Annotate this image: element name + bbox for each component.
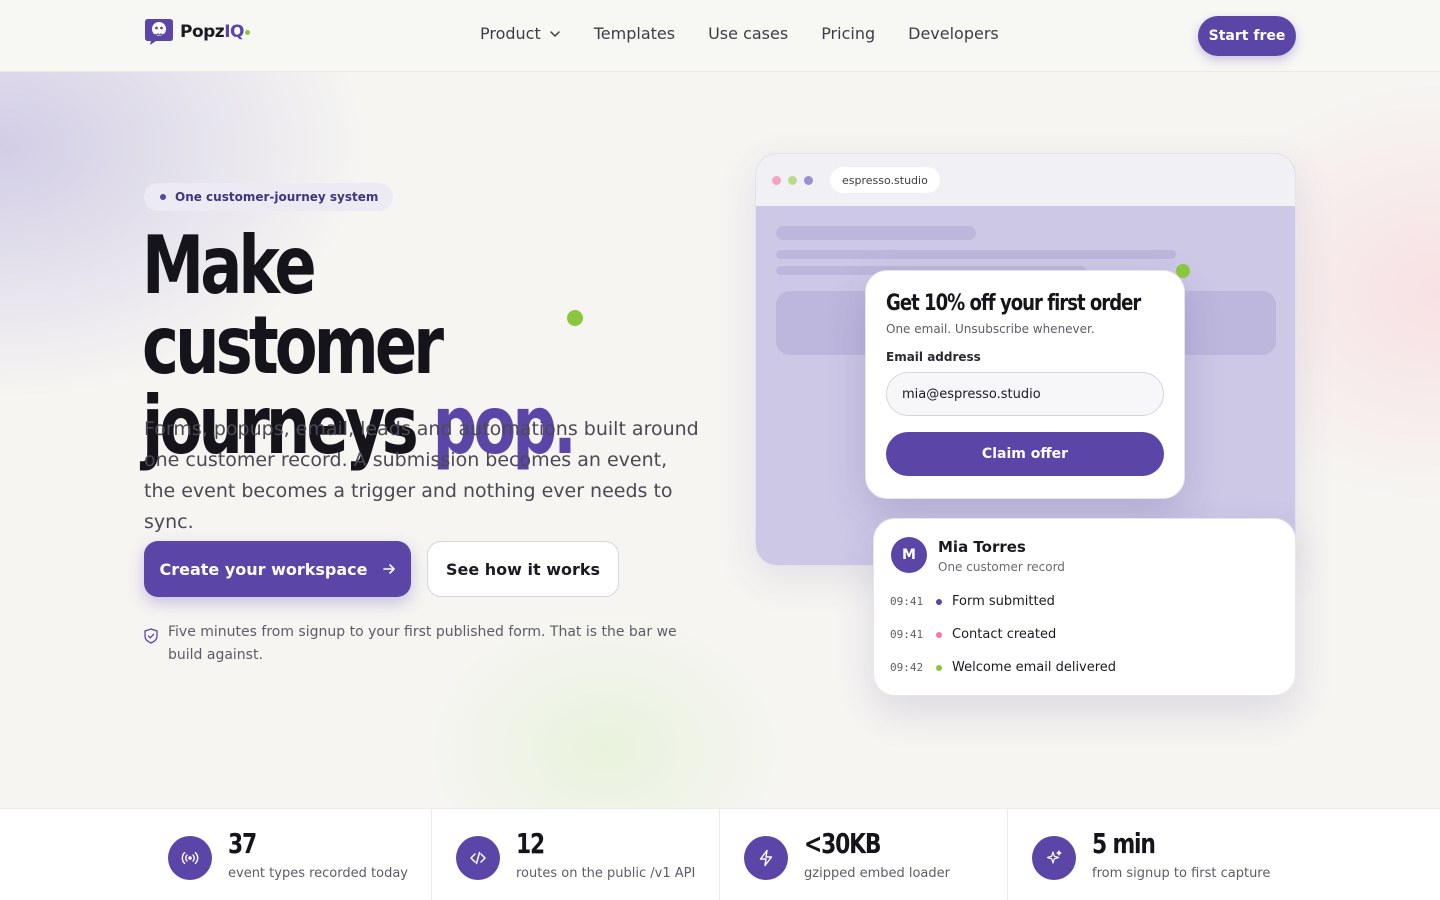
- bolt-icon: [744, 836, 788, 880]
- popup-accent-dot: [1176, 264, 1190, 278]
- code-icon: [456, 836, 500, 880]
- customer-name: Mia Torres: [938, 538, 1026, 556]
- headline-line-1: Make customer: [142, 219, 444, 392]
- stat-value: 12: [516, 827, 545, 860]
- timeline-event: 09:41 Contact created: [890, 627, 1056, 642]
- stat-value: <30KB: [804, 827, 882, 860]
- stat-label: event types recorded today: [228, 866, 408, 881]
- arrow-right-icon: [382, 564, 395, 574]
- traffic-light-purple: [804, 175, 813, 185]
- pill-dot: [160, 194, 166, 200]
- stat-item: 5 min from signup to first capture: [1008, 809, 1440, 900]
- shield-check-icon: [144, 628, 158, 644]
- stat-item: <30KB gzipped embed loader: [720, 809, 1008, 900]
- offer-popup: Get 10% off your first order One email. …: [865, 270, 1185, 499]
- stats-bar: 37 event types recorded today 12 routes …: [0, 808, 1440, 900]
- event-time: 09:42: [890, 661, 924, 674]
- see-how-it-works-button[interactable]: See how it works: [427, 541, 619, 597]
- email-field-label: Email address: [886, 350, 981, 364]
- hero-note-text: Five minutes from signup to your first p…: [168, 624, 677, 663]
- event-label: Welcome email delivered: [952, 660, 1117, 675]
- event-time: 09:41: [890, 595, 924, 608]
- customer-record-card: M Mia Torres One customer record 09:41 F…: [873, 518, 1296, 696]
- traffic-light-green: [788, 175, 797, 185]
- avatar: M: [891, 537, 927, 573]
- logo[interactable]: PopzIQ: [144, 17, 250, 46]
- create-workspace-button[interactable]: Create your workspace: [144, 541, 411, 597]
- hero-eyebrow-pill: One customer-journey system: [144, 183, 394, 211]
- nav-link-pricing[interactable]: Pricing: [821, 24, 875, 43]
- nav-links: Product Templates Use cases Pricing Deve…: [480, 24, 1032, 43]
- browser-toolbar: espresso.studio: [756, 154, 1295, 206]
- nav-link-product[interactable]: Product: [480, 24, 561, 43]
- skeleton-line: [776, 250, 1176, 259]
- logo-dot: [244, 30, 250, 35]
- nav-link-use-cases[interactable]: Use cases: [708, 24, 788, 43]
- stat-item: 12 routes on the public /v1 API: [432, 809, 720, 900]
- chevron-down-icon: [550, 30, 560, 37]
- logo-wordmark: PopzIQ: [180, 21, 244, 42]
- event-dot: [936, 598, 942, 605]
- stat-value: 5 min: [1092, 827, 1156, 860]
- sparkles-icon: [1032, 836, 1076, 880]
- timeline-event: 09:41 Form submitted: [890, 594, 1055, 609]
- start-free-button[interactable]: Start free: [1198, 16, 1296, 56]
- timeline-event: 09:42 Welcome email delivered: [890, 660, 1116, 675]
- hero-note: Five minutes from signup to your first p…: [144, 621, 704, 667]
- event-time: 09:41: [890, 628, 924, 641]
- stat-item: 37 event types recorded today: [0, 809, 432, 900]
- popup-subtitle: One email. Unsubscribe whenever.: [886, 322, 1095, 336]
- hero-subtext: Forms, popups, email, leads and automati…: [144, 418, 699, 533]
- stat-value: 37: [228, 827, 257, 860]
- skeleton-line: [776, 226, 976, 240]
- nav-link-developers[interactable]: Developers: [908, 24, 999, 43]
- event-dot: [936, 664, 942, 671]
- headline-dot: [567, 310, 583, 326]
- traffic-light-red: [772, 175, 781, 185]
- event-label: Contact created: [952, 627, 1057, 642]
- stat-label: gzipped embed loader: [804, 866, 950, 881]
- event-label: Form submitted: [952, 594, 1055, 609]
- logo-mascot-icon: [145, 19, 173, 45]
- broadcast-icon: [168, 836, 212, 880]
- stat-label: from signup to first capture: [1092, 866, 1271, 881]
- claim-offer-button[interactable]: Claim offer: [886, 432, 1164, 476]
- customer-record-subtitle: One customer record: [938, 560, 1065, 574]
- event-dot: [936, 631, 942, 638]
- top-navigation: PopzIQ Product Templates Use cases Prici…: [0, 0, 1440, 72]
- email-field[interactable]: mia@espresso.studio: [886, 372, 1164, 416]
- pill-label: One customer-journey system: [175, 190, 379, 204]
- stat-label: routes on the public /v1 API: [516, 866, 696, 881]
- nav-link-templates[interactable]: Templates: [594, 24, 675, 43]
- popup-title: Get 10% off your first order: [886, 291, 1141, 316]
- browser-url: espresso.studio: [830, 167, 940, 193]
